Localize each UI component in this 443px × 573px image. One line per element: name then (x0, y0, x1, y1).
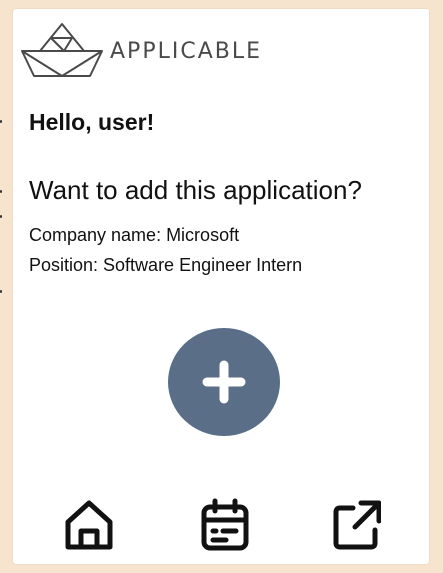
nav-home-button[interactable] (63, 497, 115, 553)
edge-mark (0, 120, 2, 123)
position-text: Position: Software Engineer Intern (29, 255, 303, 275)
external-link-icon (333, 500, 381, 550)
nav-calendar-button[interactable] (199, 497, 251, 553)
nav-external-link-button[interactable] (330, 497, 382, 553)
edge-mark (0, 290, 2, 293)
plus-icon (202, 360, 246, 404)
edge-mark (0, 215, 2, 218)
company-name-text: Company name: Microsoft (29, 225, 240, 245)
brand-name: APPLICABLE (110, 38, 262, 64)
greeting-heading: Hello, user! (29, 109, 155, 135)
add-application-button[interactable] (168, 328, 280, 436)
add-application-question: Want to add this application? (29, 175, 362, 205)
boat-logo-icon (21, 23, 103, 77)
home-icon (65, 500, 113, 550)
calendar-icon (201, 498, 249, 551)
brand-logo: APPLICABLE (20, 21, 262, 79)
extension-popup: APPLICABLE Hello, user! Want to add this… (13, 9, 429, 564)
edge-mark (0, 190, 2, 193)
page-edge-marks (0, 0, 12, 573)
